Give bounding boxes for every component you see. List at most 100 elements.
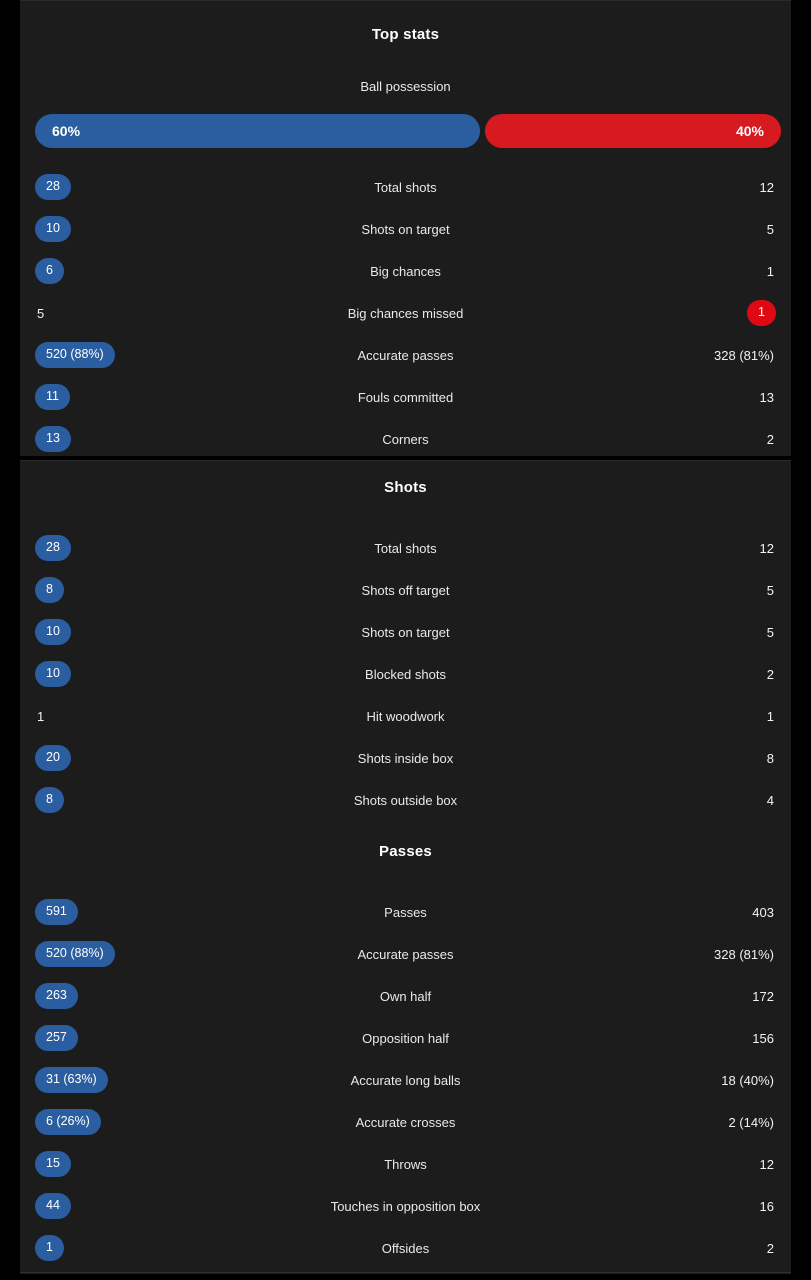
stat-home-side: 257 — [35, 1025, 265, 1051]
section-title-top-stats: Top stats — [371, 26, 440, 43]
stat-row: 8 Shots outside box 4 — [20, 779, 791, 821]
stat-away-side: 156 — [546, 1032, 776, 1045]
stat-away-side: 2 — [546, 668, 776, 681]
stat-home-value: 591 — [35, 899, 78, 925]
stat-label: Hit woodwork — [366, 708, 445, 724]
stat-away-side: 172 — [546, 990, 776, 1003]
stat-home-side: 10 — [35, 216, 265, 242]
stat-row: 28 Total shots 12 — [20, 527, 791, 569]
stat-home-value: 1 — [35, 1235, 64, 1261]
stat-home-value: 28 — [35, 174, 71, 200]
stat-away-value: 2 — [766, 666, 774, 682]
stat-away-value: 13 — [759, 389, 774, 405]
stat-home-value: 13 — [35, 426, 71, 452]
stat-away-value: 12 — [759, 540, 774, 556]
stat-row: 44 Touches in opposition box 16 — [20, 1185, 791, 1227]
stat-home-side: 10 — [35, 661, 265, 687]
stat-home-side: 13 — [35, 426, 265, 452]
possession-home-value: 60% — [52, 123, 81, 139]
stat-home-value: 520 (88%) — [35, 342, 115, 368]
stat-away-side: 16 — [546, 1200, 776, 1213]
stat-away-value: 2 (14%) — [728, 1114, 774, 1130]
stat-row: 591 Passes 403 — [20, 891, 791, 933]
stat-label: Accurate crosses — [355, 1114, 456, 1130]
stat-row: 8 Shots off target 5 — [20, 569, 791, 611]
stat-away-value: 5 — [766, 624, 774, 640]
shots-passes-card: Shots 28 Total shots 12 8 Shots off target 5 1… — [20, 460, 791, 1274]
stat-row: 10 Shots on target 5 — [20, 611, 791, 653]
stat-home-side: 15 — [35, 1151, 265, 1177]
stat-label: Shots on target — [361, 221, 450, 237]
stat-label: Accurate passes — [357, 946, 454, 962]
stat-home-side: 8 — [35, 787, 265, 813]
stat-label: Opposition half — [362, 1030, 449, 1046]
stat-home-side: 520 (88%) — [35, 941, 265, 967]
stat-label: Total shots — [374, 540, 437, 556]
stat-row: 263 Own half 172 — [20, 975, 791, 1017]
stat-away-value: 12 — [759, 179, 774, 195]
stat-away-value: 156 — [752, 1030, 774, 1046]
stat-away-value: 1 — [747, 300, 776, 326]
stat-away-side: 12 — [546, 181, 776, 194]
stat-away-value: 403 — [752, 904, 774, 920]
stat-home-side: 11 — [35, 384, 265, 410]
stat-home-value: 31 (63%) — [35, 1067, 108, 1093]
stat-away-value: 16 — [759, 1198, 774, 1214]
stat-home-value: 44 — [35, 1193, 71, 1219]
stat-away-value: 328 (81%) — [714, 946, 774, 962]
possession-away-value: 40% — [735, 123, 764, 139]
stat-home-value: 1 — [37, 708, 45, 724]
stat-home-value: 10 — [35, 661, 71, 687]
bottom-divider — [20, 1272, 791, 1273]
stat-home-side: 28 — [35, 174, 265, 200]
stat-away-side: 2 (14%) — [546, 1116, 776, 1129]
stat-home-side: 31 (63%) — [35, 1067, 265, 1093]
stat-row: 13 Corners 2 — [20, 418, 791, 460]
stat-label: Accurate passes — [357, 347, 454, 363]
stat-row: 10 Blocked shots 2 — [20, 653, 791, 695]
stat-away-side: 1 — [546, 300, 776, 326]
stat-away-side: 4 — [546, 794, 776, 807]
stat-away-side: 18 (40%) — [546, 1074, 776, 1087]
stat-home-value: 10 — [35, 619, 71, 645]
stat-label: Big chances — [370, 263, 441, 279]
stat-home-value: 8 — [35, 577, 64, 603]
stat-row: 6 Big chances 1 — [20, 250, 791, 292]
stat-away-side: 2 — [546, 1242, 776, 1255]
stat-home-side: 520 (88%) — [35, 342, 265, 368]
stat-row: 11 Fouls committed 13 — [20, 376, 791, 418]
stat-label: Touches in opposition box — [330, 1198, 481, 1214]
stat-label: Own half — [379, 988, 432, 1004]
stat-home-value: 257 — [35, 1025, 78, 1051]
stat-label: Passes — [384, 904, 427, 920]
section-title-shots: Shots — [384, 479, 427, 496]
stat-label: Blocked shots — [365, 666, 446, 682]
stat-home-value: 10 — [35, 216, 71, 242]
stat-home-side: 6 (26%) — [35, 1109, 265, 1135]
passes-rows: 591 Passes 403 520 (88%) Accurate passes 328 … — [20, 891, 791, 1269]
stat-away-side: 12 — [546, 1158, 776, 1171]
stat-label: Corners — [382, 431, 429, 447]
stat-home-side: 6 — [35, 258, 265, 284]
stat-away-side: 5 — [546, 584, 776, 597]
match-statistics-page: Top stats Ball possession 60% 40% 28 Tota… — [0, 0, 811, 1280]
stat-label: Throws — [384, 1156, 427, 1172]
stat-away-side: 13 — [546, 391, 776, 404]
stat-away-side: 403 — [546, 906, 776, 919]
section-title-passes: Passes — [379, 843, 432, 860]
stat-label: Total shots — [374, 179, 437, 195]
ball-possession-label: Ball possession — [360, 79, 451, 94]
possession-bar-away-segment: 40% — [484, 114, 781, 148]
possession-bar-home-segment: 60% — [35, 114, 480, 148]
stat-away-value: 5 — [766, 221, 774, 237]
stat-row: 20 Shots inside box 8 — [20, 737, 791, 779]
stat-row: 1 Hit woodwork 1 — [20, 695, 791, 737]
stat-home-value: 6 (26%) — [35, 1109, 101, 1135]
stat-home-side: 10 — [35, 619, 265, 645]
stat-away-side: 12 — [546, 542, 776, 555]
stat-home-value: 15 — [35, 1151, 71, 1177]
stat-label: Big chances missed — [347, 305, 464, 321]
stat-home-side: 28 — [35, 535, 265, 561]
stat-home-value: 20 — [35, 745, 71, 771]
stat-away-side: 1 — [546, 265, 776, 278]
